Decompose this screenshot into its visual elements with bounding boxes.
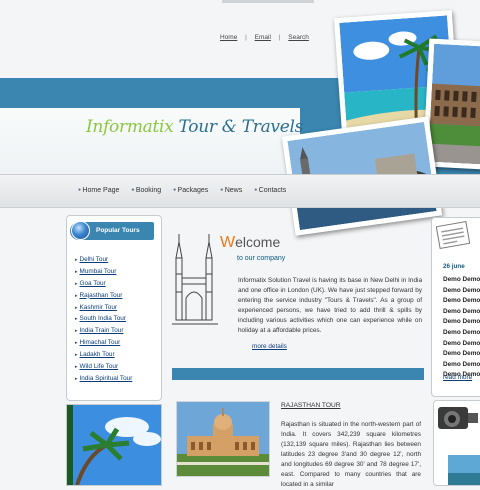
tour-link-south-india[interactable]: South India Tour bbox=[75, 313, 132, 325]
welcome-text: Informatix Solution Travel is having its… bbox=[238, 277, 422, 334]
welcome-rest: elcome bbox=[235, 234, 281, 250]
tour-link-kashmir[interactable]: Kashmir Tour bbox=[75, 302, 132, 314]
tour-link-delhi[interactable]: Delhi Tour bbox=[75, 254, 132, 266]
news-item: Demo Demo Demo bbox=[443, 286, 480, 294]
popular-tours-list: Delhi Tour Mumbai Tour Goa Tour Rajastha… bbox=[75, 254, 133, 385]
email-link[interactable]: Email bbox=[255, 34, 271, 41]
top-links: Home | Email | Search bbox=[220, 34, 309, 41]
separator: | bbox=[245, 34, 247, 41]
site-logo[interactable]: Informatix Tour & Travels bbox=[86, 117, 303, 137]
more-details-link[interactable]: more details bbox=[252, 343, 287, 350]
palace-image bbox=[177, 402, 269, 476]
camera-icon bbox=[438, 407, 480, 485]
camera-panel bbox=[433, 400, 480, 486]
read-more-link[interactable]: read more bbox=[443, 374, 472, 381]
globe-icon bbox=[71, 221, 90, 240]
nav-home-page[interactable]: Home Page bbox=[78, 187, 119, 194]
colosseum-image bbox=[427, 43, 480, 165]
welcome-subtitle: to our company bbox=[237, 255, 286, 262]
home-link[interactable]: Home bbox=[220, 34, 237, 41]
search-link[interactable]: Search bbox=[288, 34, 309, 41]
nav-packages[interactable]: Packages bbox=[173, 187, 209, 194]
news-item: Demo DemoDemo bbox=[443, 328, 480, 336]
news-list: Demo Demo Demo Demo Demo Demo Demo Demo … bbox=[443, 275, 480, 381]
logo-part-1: Informatix bbox=[86, 117, 174, 137]
nav-contacts[interactable]: Contacts bbox=[254, 187, 287, 194]
news-item: Demo Demo Demo bbox=[443, 360, 480, 368]
charminar-sketch-image bbox=[172, 234, 218, 325]
tour-link-india-train[interactable]: India Train Tour bbox=[75, 325, 132, 337]
newspaper-icon bbox=[436, 220, 471, 250]
tour-link-wild-life[interactable]: Wild Life Tour bbox=[75, 361, 132, 373]
tour-link-mumbai[interactable]: Mumbai Tour bbox=[75, 266, 132, 278]
news-item: Demo Demo Demo bbox=[443, 318, 480, 326]
news-item: Demo Demo Demo bbox=[443, 276, 480, 283]
section-divider-bar bbox=[172, 368, 424, 380]
news-item: Demo Demo Demo bbox=[443, 350, 480, 358]
news-item: Demo Demo Demo bbox=[443, 339, 480, 347]
main-nav: Home Page Booking Packages News Contacts bbox=[78, 187, 298, 194]
nav-booking[interactable]: Booking bbox=[131, 187, 161, 194]
beach-palm-image bbox=[67, 405, 161, 485]
top-strip bbox=[222, 0, 314, 3]
news-item: Demo Demo Demo bbox=[443, 307, 480, 315]
separator: | bbox=[278, 34, 281, 41]
news-item: Demo Demo Demo bbox=[443, 297, 480, 305]
welcome-first-letter: W bbox=[220, 234, 236, 251]
welcome-heading: Welcome bbox=[220, 234, 280, 252]
nav-news[interactable]: News bbox=[220, 187, 243, 194]
beach-photo-panel bbox=[66, 404, 162, 486]
rajasthan-palace-photo bbox=[176, 401, 270, 477]
news-date: 26 june bbox=[443, 263, 465, 270]
tour-link-ladakh[interactable]: Ladakh Tour bbox=[75, 349, 132, 361]
tour-link-himachal[interactable]: Himachal Tour bbox=[75, 337, 132, 349]
popular-tours-title: Popular Tours bbox=[96, 227, 140, 234]
tour-link-india-spiritual[interactable]: India Spiritual Tour bbox=[75, 373, 133, 385]
rajasthan-tour-heading[interactable]: RAJASTHAN TOUR bbox=[281, 402, 340, 409]
tour-link-goa[interactable]: Goa Tour bbox=[75, 278, 132, 290]
logo-part-2: Tour & Travels bbox=[173, 117, 304, 137]
tour-link-rajasthan[interactable]: Rajasthan Tour bbox=[75, 290, 132, 302]
